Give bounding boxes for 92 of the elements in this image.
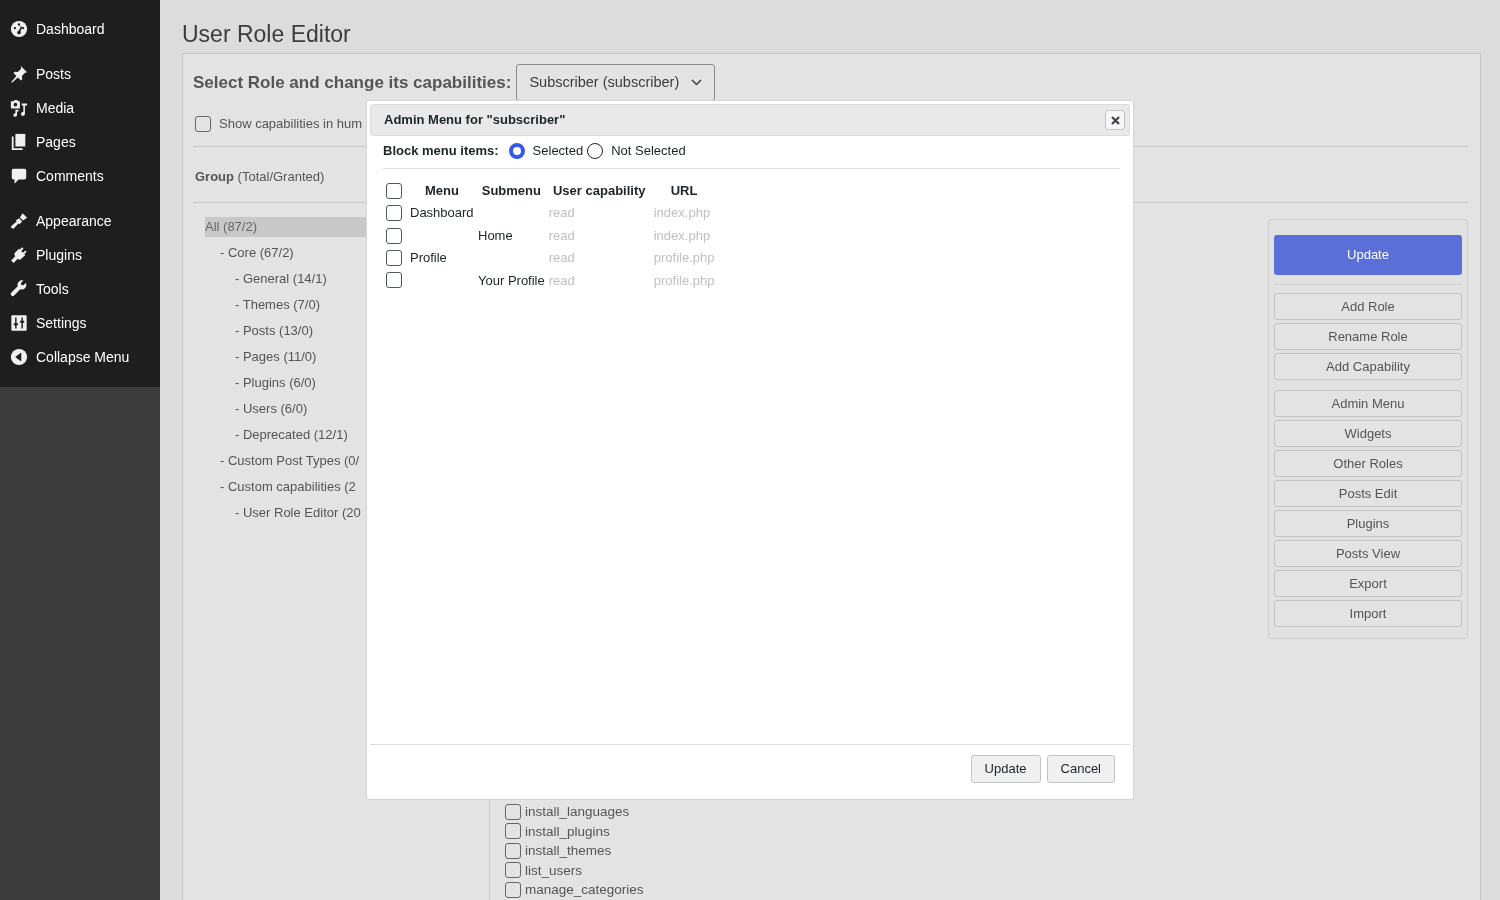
capability-label: manage_categories: [525, 882, 644, 898]
row-checkbox[interactable]: [386, 227, 402, 244]
menu-item[interactable]: Tools: [0, 272, 160, 306]
radio-label: Selected: [532, 142, 584, 161]
menu-item[interactable]: Settings: [0, 306, 160, 340]
capability-label: list_users: [525, 862, 583, 878]
dialog-title: Admin Menu for "subscriber": [384, 111, 566, 130]
table-cell: read: [548, 227, 575, 243]
table-cell: read: [548, 272, 575, 288]
table-cell: profile.php: [653, 272, 715, 288]
plug-icon: [10, 246, 28, 264]
action-button[interactable]: Add Role: [1274, 293, 1462, 320]
column-header: URL: [670, 183, 698, 199]
tree-item[interactable]: - Core (67/2): [205, 243, 366, 263]
checkbox[interactable]: [505, 803, 521, 820]
checkbox[interactable]: [505, 881, 521, 898]
radio-label: Not Selected: [611, 142, 686, 161]
media-icon: [10, 99, 28, 117]
dashboard-gauge-icon: [10, 20, 28, 38]
page-title: User Role Editor: [182, 20, 352, 49]
column-header: Submenu: [481, 183, 541, 199]
tree-item[interactable]: - General (14/1): [205, 269, 366, 289]
table-cell: index.php: [653, 227, 711, 243]
column-header: Menu: [425, 183, 459, 199]
action-button[interactable]: Rename Role: [1274, 323, 1462, 350]
table-cell: Your Profile: [478, 272, 545, 288]
action-button[interactable]: Other Roles: [1274, 450, 1462, 477]
menu-item[interactable]: Collapse Menu: [0, 340, 160, 374]
tree-item[interactable]: All (87/2): [205, 217, 366, 237]
capability-label: install_plugins: [525, 823, 610, 839]
speech-bubble-icon: [10, 167, 28, 185]
table-cell: read: [548, 250, 575, 266]
tree-item[interactable]: - Users (6/0): [205, 399, 366, 419]
action-button[interactable]: Widgets: [1274, 420, 1462, 447]
action-button[interactable]: Posts View: [1274, 540, 1462, 567]
menu-item[interactable]: Plugins: [0, 238, 160, 272]
action-button[interactable]: Admin Menu: [1274, 390, 1462, 417]
tree-item[interactable]: - Pages (11/0): [205, 347, 366, 367]
checkbox[interactable]: [195, 116, 211, 132]
wrench-icon: [10, 280, 28, 298]
action-button[interactable]: Posts Edit: [1274, 480, 1462, 507]
action-button[interactable]: Import: [1274, 600, 1462, 627]
pin-icon: [10, 65, 28, 83]
menu-item[interactable]: Media: [0, 91, 160, 125]
role-label: Select Role and change its capabilities:: [193, 71, 512, 94]
tree-item[interactable]: - Deprecated (12/1): [205, 425, 366, 445]
action-button[interactable]: Export: [1274, 570, 1462, 597]
pages-icon: [10, 133, 28, 151]
table-cell: index.php: [653, 205, 711, 221]
sliders-icon: [10, 314, 28, 332]
select-all-checkbox[interactable]: [386, 183, 402, 199]
capability-label: install_languages: [525, 804, 630, 820]
checkbox[interactable]: [505, 823, 521, 840]
table-cell: read: [548, 205, 575, 221]
menu-item[interactable]: Comments: [0, 159, 160, 193]
radio-button[interactable]: [587, 143, 604, 159]
action-button[interactable]: Plugins: [1274, 510, 1462, 537]
menu-item[interactable]: Posts: [0, 57, 160, 91]
action-button[interactable]: Add Capability: [1274, 353, 1462, 380]
block-label: Block menu items:: [383, 142, 499, 161]
menu-item[interactable]: Dashboard: [0, 12, 160, 46]
close-icon: [1110, 115, 1120, 125]
role-select[interactable]: Subscriber (subscriber): [516, 64, 716, 101]
tree-item[interactable]: - Custom Post Types (0/: [205, 451, 366, 471]
dialog-button[interactable]: Update: [970, 755, 1041, 783]
tree-item[interactable]: - Posts (13/0): [205, 321, 366, 341]
close-button[interactable]: [1105, 110, 1125, 130]
table-cell: profile.php: [653, 250, 715, 266]
chevron-icon: [691, 79, 703, 86]
menu-item[interactable]: Pages: [0, 125, 160, 159]
checkbox[interactable]: [505, 842, 521, 859]
tree-item[interactable]: - Custom capabilities (2: [205, 477, 366, 497]
column-header: User capability: [553, 183, 646, 199]
dialog-button[interactable]: Cancel: [1046, 755, 1115, 783]
tree-item[interactable]: - User Role Editor (20: [205, 503, 366, 523]
table-cell: Dashboard: [410, 205, 474, 221]
paintbrush-icon: [10, 212, 28, 230]
table-cell: Home: [478, 227, 513, 243]
tree-item[interactable]: - Plugins (6/0): [205, 373, 366, 393]
group-header: Group (Total/Granted): [195, 169, 325, 185]
capability-label: install_themes: [525, 843, 612, 859]
action-button[interactable]: Update: [1274, 235, 1462, 275]
row-checkbox[interactable]: [386, 249, 402, 266]
left-arrow-circle-icon: [10, 348, 28, 366]
row-checkbox[interactable]: [386, 272, 402, 289]
menu-item[interactable]: Appearance: [0, 204, 160, 238]
checkbox[interactable]: [505, 862, 521, 879]
checkbox-label: Show capabilities in hum: [219, 115, 363, 134]
tree-item[interactable]: - Themes (7/0): [205, 295, 366, 315]
table-cell: Profile: [410, 250, 447, 266]
row-checkbox[interactable]: [386, 205, 402, 222]
radio-button[interactable]: [508, 143, 525, 159]
